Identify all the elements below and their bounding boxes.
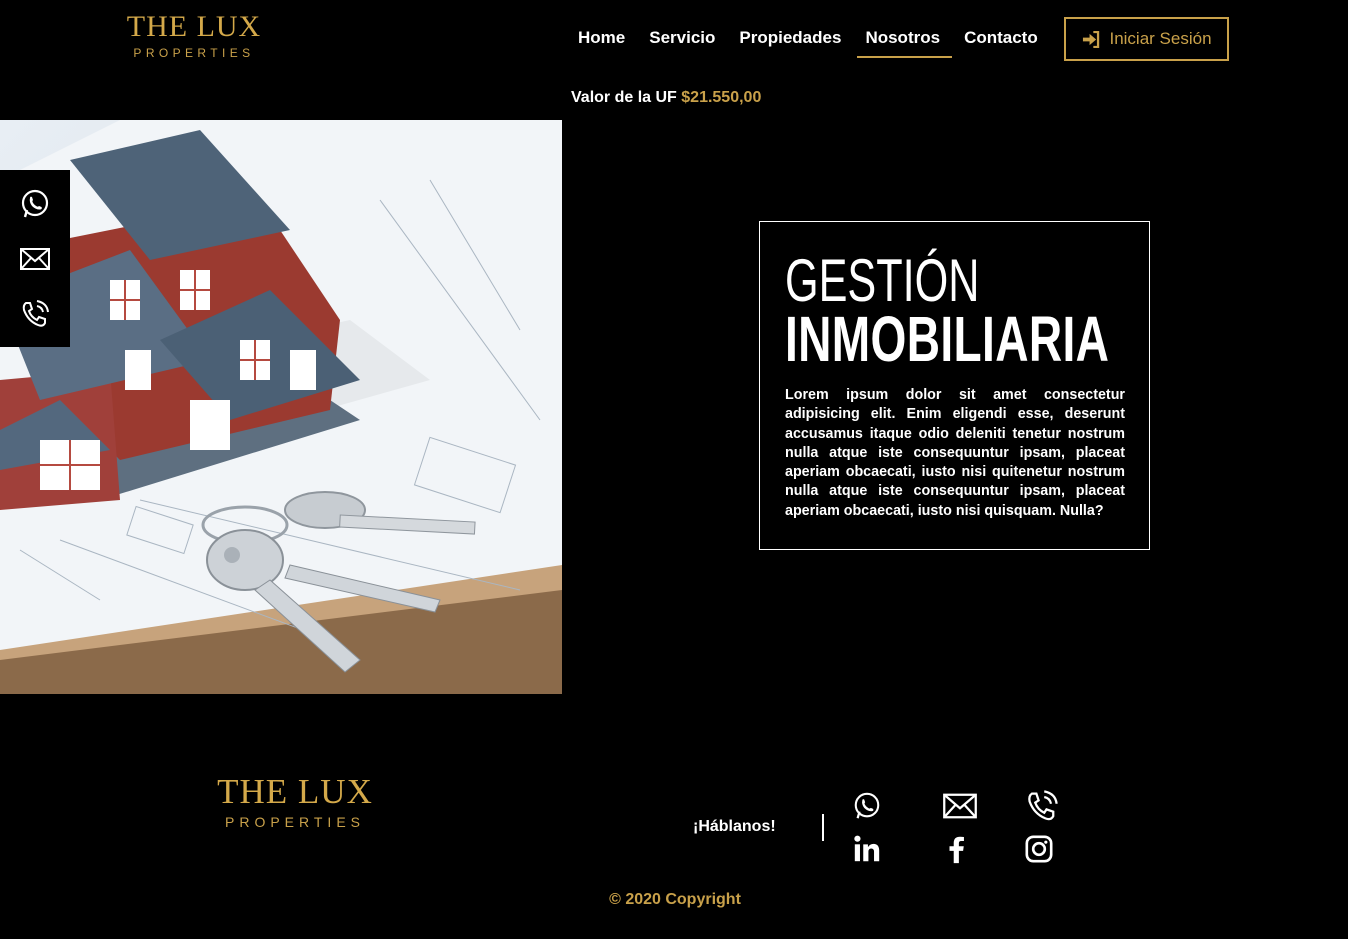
- uf-value: $21.550,00: [681, 89, 762, 106]
- main-nav: Home Servicio Propiedades Nosotros Conta…: [566, 26, 1050, 58]
- linkedin-icon[interactable]: [852, 826, 937, 872]
- logo-subtitle: PROPERTIES: [225, 814, 365, 830]
- logo-subtitle: PROPERTIES: [133, 46, 255, 60]
- instagram-icon[interactable]: [1022, 826, 1107, 872]
- footer-mail-icon[interactable]: [937, 786, 1022, 826]
- logo-name: THE LUX: [217, 772, 373, 811]
- section-title-line2: INMOBILIARIA: [785, 303, 1110, 375]
- section-title-line1: GESTIÓN: [785, 247, 980, 314]
- footer-logo[interactable]: THE LUX PROPERTIES: [206, 774, 384, 829]
- sign-in-icon: [1083, 30, 1100, 48]
- login-label: Iniciar Sesión: [1109, 29, 1212, 48]
- uf-label: Valor de la UF: [571, 89, 677, 106]
- whatsapp-icon[interactable]: [18, 187, 52, 221]
- section-description: Lorem ipsum dolor sit amet consectetur a…: [785, 387, 1125, 519]
- talk-label: ¡Háblanos!: [693, 818, 776, 835]
- footer-whatsapp-icon[interactable]: [852, 786, 937, 826]
- gestion-inmobiliaria-box: GESTIÓN INMOBILIARIA Lorem ipsum dolor s…: [759, 221, 1150, 550]
- header-logo[interactable]: THE LUX PROPERTIES: [118, 10, 270, 60]
- footer-phone-icon[interactable]: [1022, 786, 1107, 826]
- copyright: © 2020 Copyright: [609, 891, 741, 908]
- footer-social-icons: [852, 786, 1107, 872]
- phone-icon[interactable]: [18, 297, 52, 331]
- divider: [822, 814, 824, 841]
- mail-icon[interactable]: [18, 242, 52, 276]
- logo-name: THE LUX: [126, 10, 262, 43]
- uf-value-row: Valor de la UF $21.550,00: [571, 89, 761, 107]
- nav-home[interactable]: Home: [566, 26, 637, 58]
- facebook-icon[interactable]: [937, 826, 1022, 872]
- house-keys-illustration: [0, 120, 562, 694]
- hero-image: [0, 120, 562, 694]
- side-contact-bar: [0, 170, 70, 347]
- nav-servicio[interactable]: Servicio: [637, 26, 727, 58]
- nav-nosotros[interactable]: Nosotros: [853, 26, 952, 58]
- login-button[interactable]: Iniciar Sesión: [1064, 17, 1229, 61]
- nav-propiedades[interactable]: Propiedades: [727, 26, 853, 58]
- nav-contacto[interactable]: Contacto: [952, 26, 1050, 58]
